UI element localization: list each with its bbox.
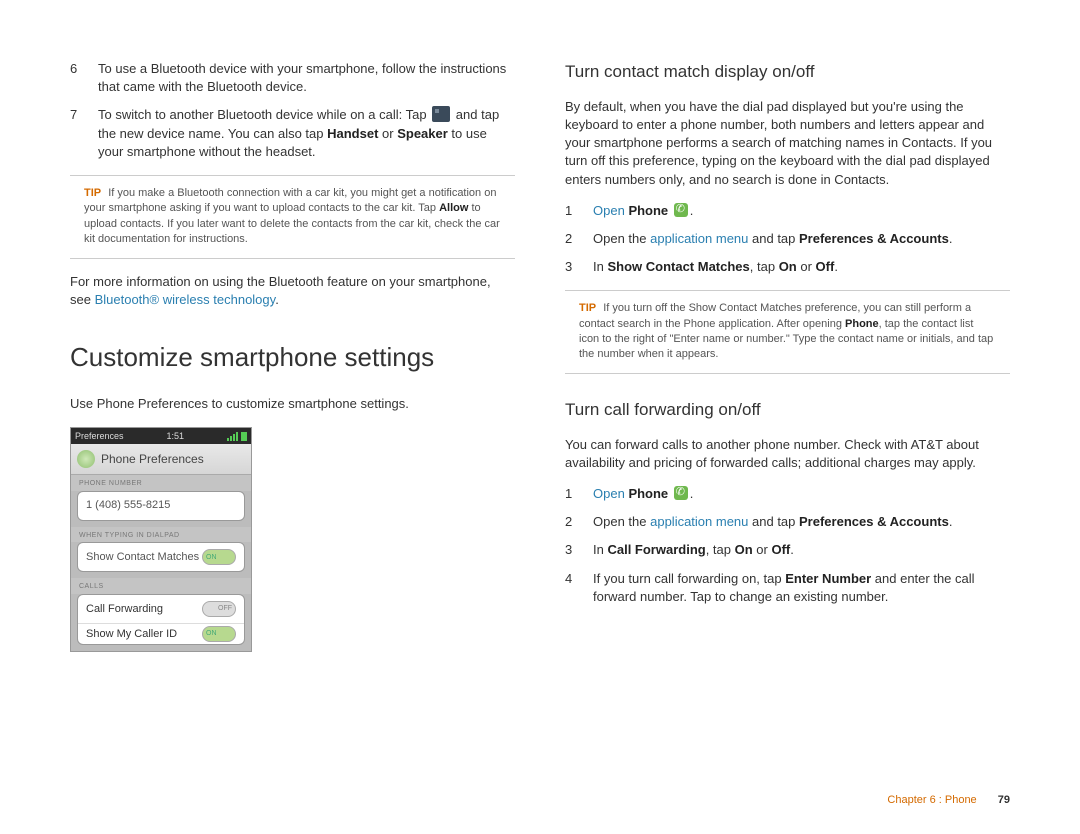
shot-label-1: PHONE NUMBER <box>71 475 251 491</box>
page: 6To use a Bluetooth device with your sma… <box>0 0 1080 834</box>
shot-header: Phone Preferences <box>71 444 251 475</box>
shot-calls-list: Call Forwarding OFF Show My Caller ID ON <box>77 594 245 645</box>
list-item: 1Open Phone . <box>565 202 1010 220</box>
shot-row-call-forwarding: Call Forwarding OFF <box>78 595 244 624</box>
toggle-on-icon: ON <box>202 626 236 642</box>
post-tip-paragraph: For more information on using the Blueto… <box>70 273 515 309</box>
phone-screenshot: Preferences 1:51 Phone Preferences PHONE… <box>70 427 252 652</box>
tip-label: TIP <box>84 187 101 199</box>
list-item: 7To switch to another Bluetooth device w… <box>70 106 515 161</box>
list-item: 2Open the application menu and tap Prefe… <box>565 513 1010 531</box>
toggle-off-icon: OFF <box>202 601 236 617</box>
item-number: 1 <box>565 485 593 503</box>
item-text: Open the application menu and tap Prefer… <box>593 513 1010 531</box>
item-number: 6 <box>70 60 98 96</box>
tip-box-left: TIP If you make a Bluetooth connection w… <box>70 175 515 259</box>
item-number: 3 <box>565 541 593 559</box>
list-item: 6To use a Bluetooth device with your sma… <box>70 60 515 96</box>
shot-back: Preferences <box>75 430 124 443</box>
subheading-contact-match: Turn contact match display on/off <box>565 60 1010 84</box>
numbered-list-a: 1Open Phone .2Open the application menu … <box>565 202 1010 277</box>
footer-page: 79 <box>998 794 1010 806</box>
item-number: 2 <box>565 230 593 248</box>
right-column: Turn contact match display on/off By def… <box>565 60 1010 834</box>
phone-icon <box>674 486 688 500</box>
shot-row1-text: Show Contact Matches <box>86 550 199 565</box>
shot-phone-field: 1 (408) 555-8215 <box>77 491 245 520</box>
list-item: 2Open the application menu and tap Prefe… <box>565 230 1010 248</box>
list-item: 4If you turn call forwarding on, tap Ent… <box>565 570 1010 606</box>
shot-label-2: WHEN TYPING IN DIALPAD <box>71 527 251 543</box>
toggle-on-icon: ON <box>202 549 236 565</box>
tip-text: If you make a Bluetooth connection with … <box>84 187 500 245</box>
phone-icon <box>674 203 688 217</box>
item-text: To use a Bluetooth device with your smar… <box>98 60 515 96</box>
item-number: 3 <box>565 258 593 276</box>
subheading-call-forwarding: Turn call forwarding on/off <box>565 398 1010 422</box>
phone-icon <box>77 450 95 468</box>
shot-row-contact-matches: Show Contact Matches ON <box>77 542 245 572</box>
bluetooth-switch-icon <box>432 106 450 122</box>
item-text: In Call Forwarding, tap On or Off. <box>593 541 1010 559</box>
numbered-list-b: 1Open Phone .2Open the application menu … <box>565 485 1010 606</box>
paragraph-call-forwarding: You can forward calls to another phone n… <box>565 436 1010 472</box>
item-number: 1 <box>565 202 593 220</box>
section-heading: Customize smartphone settings <box>70 339 515 375</box>
page-footer: Chapter 6 : Phone 79 <box>887 794 1010 806</box>
shot-label-3: CALLS <box>71 578 251 594</box>
paragraph-contact-match: By default, when you have the dial pad d… <box>565 98 1010 189</box>
section-intro: Use Phone Preferences to customize smart… <box>70 395 515 413</box>
item-number: 4 <box>565 570 593 606</box>
tip-label: TIP <box>579 302 596 314</box>
shot-row3-text: Show My Caller ID <box>86 627 177 642</box>
numbered-list: 6To use a Bluetooth device with your sma… <box>70 60 515 161</box>
item-text: Open Phone . <box>593 202 1010 220</box>
shot-statusbar: Preferences 1:51 <box>71 428 251 444</box>
shot-title: Phone Preferences <box>101 451 204 468</box>
shot-signal-icon <box>227 432 247 441</box>
list-item: 3In Show Contact Matches, tap On or Off. <box>565 258 1010 276</box>
item-number: 2 <box>565 513 593 531</box>
item-text: Open Phone . <box>593 485 1010 503</box>
item-text: Open the application menu and tap Prefer… <box>593 230 1010 248</box>
footer-chapter: Chapter 6 : Phone <box>887 794 976 806</box>
tip-box-right: TIP If you turn off the Show Contact Mat… <box>565 290 1010 374</box>
item-text: To switch to another Bluetooth device wh… <box>98 106 515 161</box>
shot-row2-text: Call Forwarding <box>86 602 163 617</box>
list-item: 3In Call Forwarding, tap On or Off. <box>565 541 1010 559</box>
item-number: 7 <box>70 106 98 161</box>
shot-time: 1:51 <box>167 430 185 443</box>
list-item: 1Open Phone . <box>565 485 1010 503</box>
left-column: 6To use a Bluetooth device with your sma… <box>70 60 515 834</box>
tip-text: If you turn off the Show Contact Matches… <box>579 302 993 360</box>
item-text: If you turn call forwarding on, tap Ente… <box>593 570 1010 606</box>
item-text: In Show Contact Matches, tap On or Off. <box>593 258 1010 276</box>
shot-row-caller-id: Show My Caller ID ON <box>78 624 244 644</box>
